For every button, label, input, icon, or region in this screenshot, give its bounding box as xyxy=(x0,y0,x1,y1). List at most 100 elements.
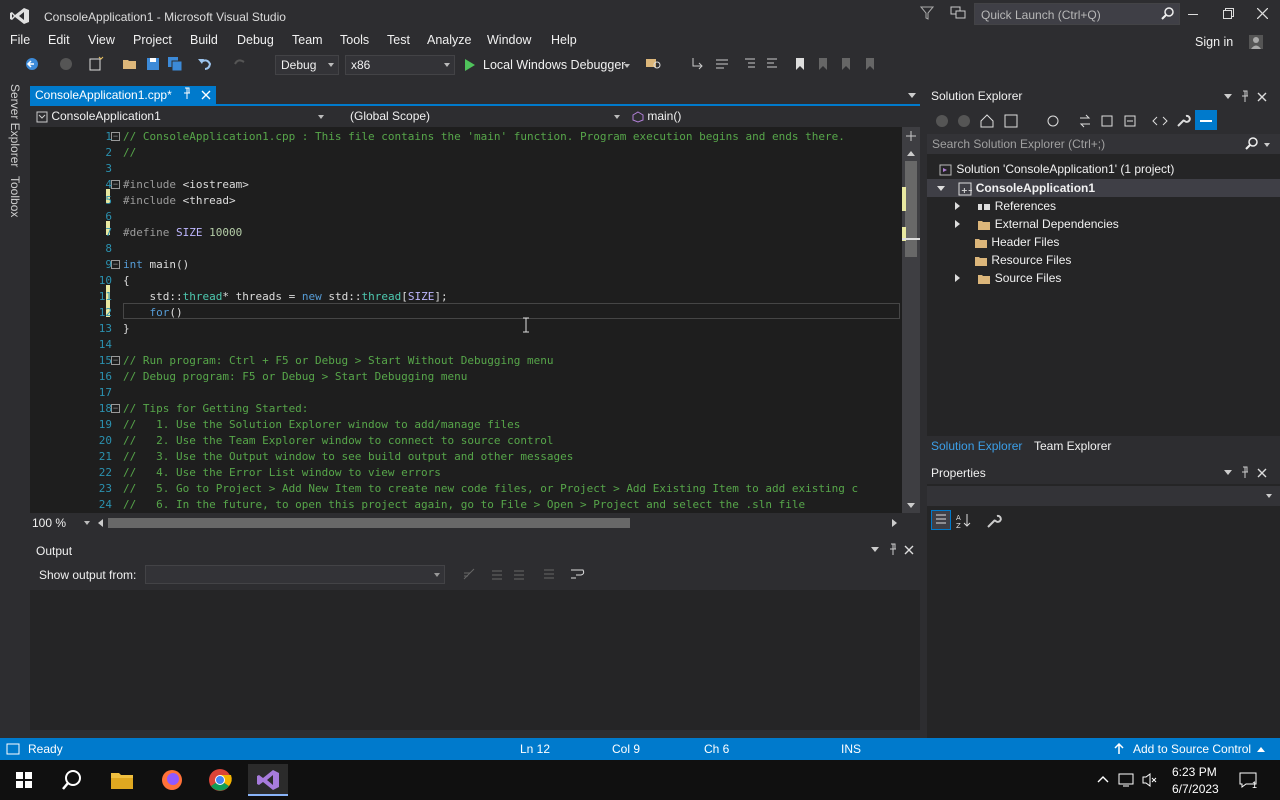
tab-solution-explorer[interactable]: Solution Explorer xyxy=(931,439,1022,453)
tree-item-project[interactable]: ++ ConsoleApplication1 xyxy=(937,181,1095,196)
refresh-icon[interactable] xyxy=(1099,113,1115,129)
uncomment-lines-icon[interactable] xyxy=(764,56,782,74)
view-code-icon[interactable] xyxy=(1152,113,1168,129)
redo-icon[interactable] xyxy=(232,56,250,74)
code-line[interactable]: // 4. Use the Error List window to view … xyxy=(123,466,441,479)
menu-test[interactable]: Test xyxy=(387,33,410,47)
step-into-icon[interactable] xyxy=(690,56,708,74)
code-line[interactable]: // 3. Use the Output window to see build… xyxy=(123,450,573,463)
preview-selected-items-icon[interactable] xyxy=(1195,110,1217,130)
collapse-icon[interactable]: − xyxy=(111,404,120,413)
pin-icon[interactable] xyxy=(1240,466,1250,480)
switch-views-icon[interactable] xyxy=(1003,113,1019,129)
scroll-down-icon[interactable] xyxy=(907,503,915,508)
pin-icon[interactable] xyxy=(888,543,898,557)
menu-view[interactable]: View xyxy=(88,33,115,47)
tree-item-resource-files[interactable]: Resource Files xyxy=(974,253,1071,267)
close-tab-icon[interactable] xyxy=(201,90,211,100)
comment-lines-icon[interactable] xyxy=(742,56,760,74)
bookmark-icon[interactable] xyxy=(792,56,810,74)
server-explorer-tab[interactable]: Server Explorer xyxy=(8,84,22,167)
next-message-icon[interactable] xyxy=(512,567,526,581)
output-source-select[interactable] xyxy=(145,565,445,584)
undo-icon[interactable] xyxy=(197,56,215,74)
collapsed-chevron-icon[interactable] xyxy=(955,274,960,282)
scroll-thumb[interactable] xyxy=(905,161,917,257)
minimize-icon[interactable] xyxy=(1188,14,1198,15)
pending-changes-filter-icon[interactable] xyxy=(1045,113,1061,129)
account-icon[interactable] xyxy=(1248,34,1264,50)
forward-icon[interactable] xyxy=(957,114,971,128)
scroll-up-icon[interactable] xyxy=(907,151,915,156)
add-to-source-control-button[interactable]: Add to Source Control xyxy=(1133,742,1251,756)
volume-muted-icon[interactable] xyxy=(1141,772,1159,788)
window-position-chevron-icon[interactable] xyxy=(871,547,879,552)
pin-icon[interactable] xyxy=(182,87,192,101)
forward-icon[interactable] xyxy=(58,56,76,74)
properties-wrench-icon[interactable] xyxy=(1175,113,1191,129)
tree-item-references[interactable]: References xyxy=(955,199,1056,213)
code-line[interactable]: // 6. In the future, to open this projec… xyxy=(123,498,805,511)
back-icon[interactable] xyxy=(24,56,42,74)
collapse-icon[interactable]: − xyxy=(111,132,120,141)
menu-build[interactable]: Build xyxy=(190,33,218,47)
prev-message-icon[interactable] xyxy=(490,567,504,581)
tab-team-explorer[interactable]: Team Explorer xyxy=(1034,439,1111,453)
visual-studio-taskbar-icon[interactable] xyxy=(248,764,288,796)
code-line[interactable]: // 5. Go to Project > Add New Item to cr… xyxy=(123,482,858,495)
chevron-up-icon[interactable] xyxy=(1097,775,1109,783)
member-dropdown[interactable]: main() xyxy=(626,107,902,127)
code-line[interactable]: } xyxy=(123,322,130,335)
code-line[interactable]: #include <iostream> xyxy=(123,178,249,191)
quick-launch-input[interactable]: Quick Launch (Ctrl+Q) xyxy=(974,3,1180,25)
menu-window[interactable]: Window xyxy=(487,33,531,47)
split-icon[interactable] xyxy=(906,131,916,141)
find-message-icon[interactable] xyxy=(462,567,476,581)
sign-in-link[interactable]: Sign in xyxy=(1195,35,1233,49)
up-arrow-icon[interactable] xyxy=(1114,743,1124,755)
menu-team[interactable]: Team xyxy=(292,33,323,47)
collapse-icon[interactable]: − xyxy=(111,180,120,189)
open-file-icon[interactable] xyxy=(122,56,140,74)
search-icon[interactable] xyxy=(52,764,92,796)
code-line[interactable]: // Debug program: F5 or Debug > Start De… xyxy=(123,370,467,383)
code-line[interactable]: { xyxy=(123,274,130,287)
project-dropdown[interactable]: ConsoleApplication1 xyxy=(30,107,326,127)
tree-item-external-dependencies[interactable]: External Dependencies xyxy=(955,217,1119,231)
collapsed-chevron-icon[interactable] xyxy=(955,220,960,228)
clear-all-icon[interactable] xyxy=(542,567,556,581)
run-debugger-button[interactable]: Local Windows Debugger xyxy=(483,58,625,72)
scope-dropdown[interactable]: (Global Scope) xyxy=(344,107,622,127)
clear-bookmarks-icon[interactable] xyxy=(862,56,880,74)
search-icon[interactable] xyxy=(1245,137,1259,151)
next-bookmark-icon[interactable] xyxy=(838,56,856,74)
window-position-chevron-icon[interactable] xyxy=(1224,470,1232,475)
close-icon[interactable] xyxy=(1257,92,1267,102)
alphabetical-icon[interactable]: AZ xyxy=(955,512,973,530)
new-project-icon[interactable] xyxy=(88,56,106,74)
menu-debug[interactable]: Debug xyxy=(237,33,274,47)
scroll-left-icon[interactable] xyxy=(98,519,103,527)
output-text-area[interactable] xyxy=(30,590,920,730)
word-wrap-icon[interactable] xyxy=(570,567,586,581)
collapsed-chevron-icon[interactable] xyxy=(955,202,960,210)
menu-help[interactable]: Help xyxy=(551,33,577,47)
toolbox-tab[interactable]: Toolbox xyxy=(8,176,22,217)
code-line[interactable]: for() xyxy=(123,306,183,319)
find-in-files-icon[interactable] xyxy=(645,56,663,74)
network-icon[interactable] xyxy=(1118,772,1136,788)
chevron-down-icon[interactable] xyxy=(624,64,630,68)
scroll-right-icon[interactable] xyxy=(892,519,897,527)
play-icon[interactable] xyxy=(464,58,476,72)
tree-item-solution[interactable]: Solution 'ConsoleApplication1' (1 projec… xyxy=(939,162,1174,177)
collapse-icon[interactable]: − xyxy=(111,260,120,269)
collapse-all-icon[interactable] xyxy=(1122,113,1138,129)
tab-consoleapplication1-cpp[interactable]: ConsoleApplication1.cpp* xyxy=(30,86,216,106)
menu-analyze[interactable]: Analyze xyxy=(427,33,471,47)
close-icon[interactable] xyxy=(904,545,914,555)
solution-platform-select[interactable]: x86 xyxy=(345,55,455,75)
menu-project[interactable]: Project xyxy=(133,33,172,47)
tab-list-chevron-icon[interactable] xyxy=(908,93,916,98)
menu-tools[interactable]: Tools xyxy=(340,33,369,47)
chrome-icon[interactable] xyxy=(200,764,240,796)
